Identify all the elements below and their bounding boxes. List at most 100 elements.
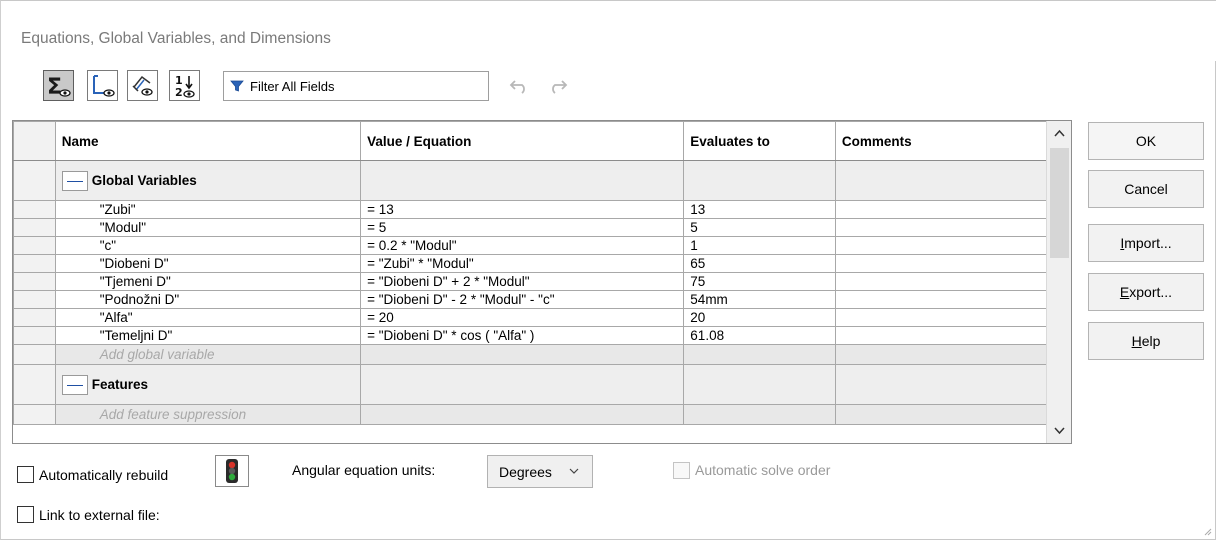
group-row[interactable]: Global Variables — [13, 160, 1071, 201]
table-row[interactable]: "Podnožni D" = "Diobeni D" - 2 * "Modul" … — [13, 290, 1071, 309]
value-cell[interactable]: = "Diobeni D" * cos ( "Alfa" ) — [360, 326, 685, 345]
value-cell[interactable]: = 5 — [360, 218, 685, 237]
link-external-file-label: Link to external file: — [39, 507, 160, 523]
comments-cell[interactable] — [834, 254, 1071, 273]
row-header[interactable] — [13, 290, 56, 309]
name-cell[interactable]: "Zubi" — [54, 200, 362, 219]
row-header-corner[interactable] — [13, 121, 56, 161]
add-row-value-cell[interactable] — [360, 344, 685, 365]
ordered-view-button[interactable]: 1 2 — [169, 70, 200, 101]
ok-button[interactable]: OK — [1088, 122, 1204, 160]
equations-grid[interactable]: Name Value / Equation Evaluates to Comme… — [12, 120, 1072, 444]
value-cell[interactable]: = "Zubi" * "Modul" — [360, 254, 685, 273]
row-header[interactable] — [13, 254, 56, 273]
evaluates-cell: 54mm — [683, 290, 836, 309]
resize-grip-icon[interactable] — [1204, 528, 1212, 536]
scroll-thumb[interactable] — [1050, 148, 1069, 258]
sketch-equations-view-button[interactable] — [87, 70, 118, 101]
table-row[interactable]: "Modul" = 55 — [13, 218, 1071, 237]
group-name-cell[interactable]: Global Variables — [54, 160, 362, 201]
name-cell[interactable]: "Podnožni D" — [54, 290, 362, 309]
add-row-value-cell[interactable] — [360, 404, 685, 425]
undo-icon[interactable] — [509, 77, 531, 95]
column-header-comments[interactable]: Comments — [834, 121, 1071, 161]
auto-solve-order-checkbox[interactable] — [673, 462, 690, 479]
group-label: Features — [91, 377, 149, 392]
row-header[interactable] — [13, 272, 56, 291]
name-cell[interactable]: "Alfa" — [54, 308, 362, 327]
name-cell[interactable]: "Tjemeni D" — [54, 272, 362, 291]
value-cell[interactable]: = 0.2 * "Modul" — [360, 236, 685, 255]
column-header-evaluates[interactable]: Evaluates to — [683, 121, 836, 161]
table-row[interactable]: "Tjemeni D" = "Diobeni D" + 2 * "Modul" 75 — [13, 272, 1071, 291]
import-button[interactable]: Import... — [1088, 224, 1204, 262]
value-cell[interactable]: = 20 — [360, 308, 685, 327]
table-row[interactable]: "Alfa" = 20 20 — [13, 308, 1071, 327]
table-row[interactable]: "Zubi" = 13 13 — [13, 200, 1071, 219]
value-cell[interactable]: = 13 — [360, 200, 685, 219]
row-header[interactable] — [13, 200, 56, 219]
title-bar[interactable]: Equations, Global Variables, and Dimensi… — [1, 1, 1216, 61]
add-row-placeholder[interactable]: Add global variable — [54, 344, 362, 365]
angular-units-select[interactable]: Degrees — [487, 455, 593, 488]
comments-cell[interactable] — [834, 326, 1071, 345]
comments-cell[interactable] — [834, 308, 1071, 327]
add-row[interactable]: Add feature suppression — [13, 404, 1071, 425]
add-row-placeholder[interactable]: Add feature suppression — [54, 404, 362, 425]
row-header[interactable] — [13, 364, 56, 405]
value-cell[interactable]: = "Diobeni D" + 2 * "Modul" — [360, 272, 685, 291]
row-header[interactable] — [13, 236, 56, 255]
scroll-down-arrow-icon[interactable] — [1047, 419, 1072, 443]
help-button[interactable]: Help — [1088, 322, 1204, 360]
auto-rebuild-checkbox[interactable] — [17, 466, 34, 483]
redo-icon[interactable] — [546, 77, 568, 95]
name-cell[interactable]: "c" — [54, 236, 362, 255]
name-cell[interactable]: "Temeljni D" — [54, 326, 362, 345]
name-cell[interactable]: "Diobeni D" — [54, 254, 362, 273]
comments-cell[interactable] — [834, 218, 1071, 237]
evaluates-cell: 20 — [683, 308, 836, 327]
group-name-cell[interactable]: Features — [54, 364, 362, 405]
row-header[interactable] — [13, 160, 56, 201]
comments-cell[interactable] — [834, 290, 1071, 309]
table-row[interactable]: "c" = 0.2 * "Modul" 1 — [13, 236, 1071, 255]
row-header[interactable] — [13, 344, 56, 365]
row-header[interactable] — [13, 326, 56, 345]
add-row-comments-cell[interactable] — [834, 404, 1071, 425]
group-row[interactable]: Features — [13, 364, 1071, 405]
import-label: Import... — [1120, 235, 1172, 251]
collapse-icon[interactable] — [61, 374, 88, 395]
cancel-button[interactable]: Cancel — [1088, 170, 1204, 208]
table-row[interactable]: "Temeljni D" = "Diobeni D" * cos ( "Alfa"… — [13, 326, 1071, 345]
comments-cell[interactable] — [834, 200, 1071, 219]
equations-view-icon: Σ — [47, 75, 71, 99]
equations-view-button[interactable]: Σ — [43, 70, 74, 101]
evaluates-cell: 61.08 — [683, 326, 836, 345]
scroll-up-arrow-icon[interactable] — [1047, 121, 1072, 145]
column-header-value[interactable]: Value / Equation — [360, 121, 685, 161]
table-row[interactable]: "Diobeni D" = "Zubi" * "Modul" 65 — [13, 254, 1071, 273]
row-header[interactable] — [13, 218, 56, 237]
add-row[interactable]: Add global variable — [13, 344, 1071, 365]
collapse-icon[interactable] — [61, 170, 88, 191]
row-header[interactable] — [13, 404, 56, 425]
column-header-name[interactable]: Name — [54, 121, 362, 161]
filter-input[interactable] — [250, 78, 480, 94]
row-header[interactable] — [13, 308, 56, 327]
filter-field[interactable] — [223, 71, 489, 101]
comments-cell[interactable] — [834, 272, 1071, 291]
value-cell[interactable]: = "Diobeni D" - 2 * "Modul" - "c" — [360, 290, 685, 309]
svg-text:2: 2 — [175, 86, 183, 99]
export-button[interactable]: Export... — [1088, 273, 1204, 311]
dimensions-view-button[interactable] — [127, 70, 158, 101]
link-external-file-checkbox[interactable] — [17, 506, 34, 523]
dimensions-view-icon — [131, 75, 153, 96]
name-cell[interactable]: "Modul" — [54, 218, 362, 237]
rebuild-button[interactable] — [215, 455, 249, 487]
add-row-comments-cell[interactable] — [834, 344, 1071, 365]
group-label: Global Variables — [91, 173, 197, 188]
svg-text:Σ: Σ — [47, 75, 62, 99]
grid-vertical-scrollbar[interactable] — [1046, 121, 1071, 443]
evaluates-cell: 65 — [683, 254, 836, 273]
comments-cell[interactable] — [834, 236, 1071, 255]
